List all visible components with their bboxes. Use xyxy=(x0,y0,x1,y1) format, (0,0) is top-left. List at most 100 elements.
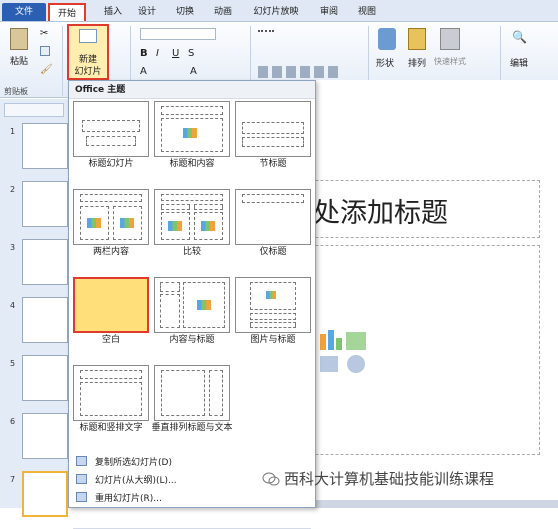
slide-thumbnail[interactable] xyxy=(22,355,68,401)
menu-item-reuse-slides[interactable]: 重用幻灯片(R)... xyxy=(73,489,311,505)
title-box xyxy=(80,194,142,202)
title-box xyxy=(80,370,142,379)
italic-icon[interactable]: I xyxy=(156,48,159,59)
layout-two-content[interactable] xyxy=(73,189,149,245)
menu-item-duplicate-slide[interactable]: 复制所选幻灯片(D) xyxy=(73,453,311,469)
wechat-icon xyxy=(262,472,280,486)
list-item[interactable]: 3 xyxy=(0,239,70,291)
layout-title-vertical-text[interactable] xyxy=(73,365,149,421)
tab-insert[interactable]: 插入 xyxy=(98,3,128,21)
list-item[interactable]: 2 xyxy=(0,181,70,233)
tab-transitions[interactable]: 切换 xyxy=(170,3,200,21)
quick-styles-label[interactable]: 快速样式 xyxy=(434,56,466,67)
slide-thumbnail-selected[interactable] xyxy=(22,471,68,517)
layout-title-content[interactable] xyxy=(154,101,230,157)
title-box xyxy=(161,106,223,115)
layout-caption: 两栏内容 xyxy=(92,247,129,257)
paste-icon[interactable] xyxy=(10,28,28,50)
layout-content-caption[interactable] xyxy=(154,277,230,333)
shape-label[interactable]: 形状 xyxy=(376,56,394,69)
slide-thumbnail[interactable] xyxy=(22,239,68,285)
list-item[interactable]: 1 xyxy=(0,123,70,175)
duplicate-slide-icon xyxy=(76,456,87,466)
copy-icon[interactable] xyxy=(40,46,50,56)
layout-caption: 图片与标题 xyxy=(250,335,296,345)
grow-font-icon[interactable]: A xyxy=(190,66,197,77)
menu-item-label: 重用幻灯片(R)... xyxy=(95,494,162,504)
quick-styles-icon[interactable] xyxy=(440,28,460,50)
menu-item-label: 幻灯片(从大纲)(L)... xyxy=(95,476,177,486)
bold-icon[interactable]: B xyxy=(140,48,148,59)
content-icon xyxy=(120,218,134,228)
ribbon-tab-bar: 文件 开始 插入 设计 切换 动画 幻灯片放映 审阅 视图 xyxy=(0,0,558,22)
tab-design[interactable]: 设计 xyxy=(132,3,162,21)
find-icon[interactable]: 🔍 xyxy=(512,30,527,44)
layout-caption: 标题幻灯片 xyxy=(88,159,134,169)
bullets-icon[interactable] xyxy=(258,30,274,40)
layout-picture-caption[interactable] xyxy=(235,277,311,333)
pane-tabs[interactable] xyxy=(4,103,64,117)
list-item[interactable]: 6 xyxy=(0,413,70,465)
content-icon xyxy=(197,300,211,310)
tab-file[interactable]: 文件 xyxy=(2,3,46,21)
slide-thumbnail[interactable] xyxy=(22,413,68,459)
slide-thumbnail-pane: 1 2 3 4 5 6 7 xyxy=(0,99,70,517)
new-slide-button[interactable]: 新建 幻灯片 xyxy=(67,24,109,80)
menu-item-label: 复制所选幻灯片(D) xyxy=(95,458,172,468)
subtitle-box xyxy=(86,136,136,146)
thumb-number: 3 xyxy=(10,243,16,252)
slide-thumbnail[interactable] xyxy=(22,181,68,227)
layout-title-only[interactable] xyxy=(235,189,311,245)
thumb-number: 2 xyxy=(10,185,16,194)
clipboard-group-label: 剪贴板 xyxy=(4,87,28,96)
insert-content-icons xyxy=(312,330,376,385)
cut-icon[interactable]: ✂ xyxy=(40,28,48,39)
layout-gallery: Office 主题 标题幻灯片 标题和内容 节标题 两栏内容 比较 仅标题 空白… xyxy=(68,80,316,529)
layout-section-header[interactable] xyxy=(235,101,311,157)
layout-comparison[interactable] xyxy=(154,189,230,245)
layout-caption: 标题和内容 xyxy=(169,159,215,169)
font-color-icon[interactable]: A xyxy=(140,66,147,77)
tab-review[interactable]: 审阅 xyxy=(314,3,344,21)
title-box xyxy=(242,122,304,134)
heading-box xyxy=(194,204,223,210)
new-slide-label-line2: 幻灯片 xyxy=(74,67,102,77)
text-box xyxy=(242,137,304,147)
thumb-number: 7 xyxy=(10,475,16,484)
title-box xyxy=(242,194,304,203)
ribbon-divider xyxy=(62,26,63,96)
shapes-icon[interactable] xyxy=(378,28,396,50)
layout-vertical-title-text[interactable] xyxy=(154,365,230,421)
underline-icon[interactable]: U xyxy=(172,48,179,59)
tab-slideshow[interactable]: 幻灯片放映 xyxy=(248,3,304,21)
heading-box xyxy=(161,204,190,210)
align-icons[interactable] xyxy=(258,66,338,78)
layout-title-slide[interactable] xyxy=(73,101,149,157)
thumb-number: 4 xyxy=(10,301,16,310)
arrange-label[interactable]: 排列 xyxy=(408,56,426,69)
gallery-header: Office 主题 xyxy=(69,81,315,99)
vertical-text-box xyxy=(80,382,142,416)
list-item[interactable]: 5 xyxy=(0,355,70,407)
paste-label[interactable]: 粘贴 xyxy=(10,54,28,67)
thumb-number: 1 xyxy=(10,127,16,136)
format-painter-icon[interactable]: 🖌 xyxy=(40,64,53,75)
layout-caption: 空白 xyxy=(101,335,120,345)
tab-animations[interactable]: 动画 xyxy=(208,3,238,21)
arrange-icon[interactable] xyxy=(408,28,426,50)
content-icon xyxy=(183,128,197,138)
text-box xyxy=(250,322,296,328)
tab-home[interactable]: 开始 xyxy=(48,3,86,21)
list-item[interactable]: 7 xyxy=(0,471,70,523)
thumb-number: 5 xyxy=(10,359,16,368)
layout-caption: 节标题 xyxy=(259,159,287,169)
strike-icon[interactable]: S xyxy=(188,48,194,59)
edit-label[interactable]: 编辑 xyxy=(510,56,528,69)
slide-thumbnail[interactable] xyxy=(22,123,68,169)
content-icon xyxy=(87,218,101,228)
list-item[interactable]: 4 xyxy=(0,297,70,349)
font-name-dropdown[interactable] xyxy=(140,28,216,40)
slide-thumbnail[interactable] xyxy=(22,297,68,343)
tab-view[interactable]: 视图 xyxy=(352,3,382,21)
layout-blank[interactable] xyxy=(73,277,149,333)
